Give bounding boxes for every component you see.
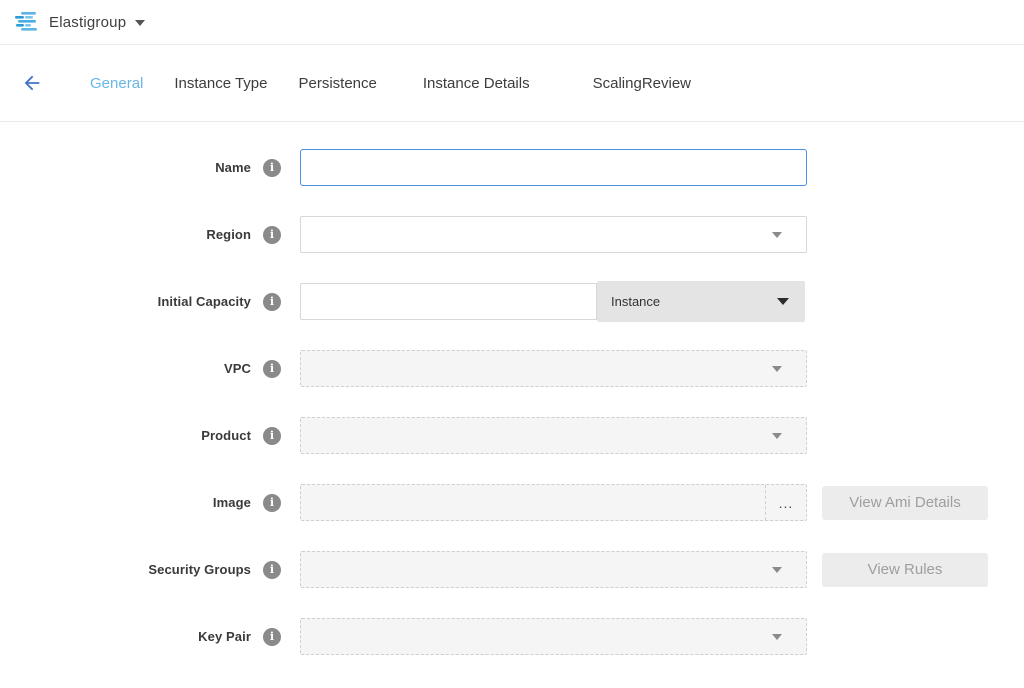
view-rules-button[interactable]: View Rules: [822, 553, 988, 587]
info-icon[interactable]: i: [263, 293, 281, 311]
form-row-vpc: VPC i: [0, 350, 1024, 387]
chevron-down-icon[interactable]: [135, 20, 145, 26]
info-icon[interactable]: i: [263, 561, 281, 579]
image-field: ...: [300, 484, 807, 521]
capacity-unit-select[interactable]: Instance: [597, 281, 805, 322]
chevron-down-icon: [777, 298, 789, 305]
name-input[interactable]: [300, 149, 807, 186]
product-select: [300, 417, 807, 454]
info-icon[interactable]: i: [263, 360, 281, 378]
form-row-region: Region i: [0, 216, 1024, 253]
wizard-tabbar: General Instance Type Persistence Instan…: [0, 45, 1024, 122]
vpc-select: [300, 350, 807, 387]
chevron-down-icon: [772, 567, 782, 573]
vpc-label: VPC: [224, 361, 251, 376]
name-label: Name: [215, 160, 251, 175]
tab-review[interactable]: Review: [642, 75, 691, 92]
chevron-down-icon: [772, 634, 782, 640]
chevron-down-icon: [772, 232, 782, 238]
form-row-image: Image i ... View Ami Details: [0, 484, 1024, 521]
form-row-key-pair: Key Pair i: [0, 618, 1024, 655]
tab-instance-type[interactable]: Instance Type: [174, 75, 267, 92]
security-groups-select: [300, 551, 807, 588]
form-row-initial-capacity: Initial Capacity i Instance: [0, 283, 1024, 320]
key-pair-select: [300, 618, 807, 655]
app-switcher-label[interactable]: Elastigroup: [49, 14, 126, 31]
region-label: Region: [206, 227, 251, 242]
form-row-product: Product i: [0, 417, 1024, 454]
info-icon[interactable]: i: [263, 427, 281, 445]
chevron-down-icon: [772, 433, 782, 439]
info-icon[interactable]: i: [263, 226, 281, 244]
key-pair-label: Key Pair: [198, 629, 251, 644]
product-label: Product: [201, 428, 251, 443]
form-row-name: Name i: [0, 149, 1024, 186]
initial-capacity-label: Initial Capacity: [158, 294, 251, 309]
capacity-unit-value: Instance: [611, 294, 660, 309]
region-select[interactable]: [300, 216, 807, 253]
general-form: Name i Region i Initial Capacity i Insta…: [0, 122, 1024, 655]
image-label: Image: [213, 495, 251, 510]
security-groups-label: Security Groups: [148, 562, 251, 577]
chevron-down-icon: [772, 366, 782, 372]
info-icon[interactable]: i: [263, 628, 281, 646]
info-icon[interactable]: i: [263, 494, 281, 512]
info-icon[interactable]: i: [263, 159, 281, 177]
tab-scaling[interactable]: Scaling: [593, 75, 642, 92]
tab-general[interactable]: General: [90, 75, 143, 92]
browse-ami-button[interactable]: ...: [765, 485, 806, 520]
topbar: Elastigroup: [0, 0, 1024, 45]
form-row-security-groups: Security Groups i View Rules: [0, 551, 1024, 588]
tab-instance-details[interactable]: Instance Details: [423, 75, 530, 92]
tab-persistence[interactable]: Persistence: [299, 75, 377, 92]
image-input: [301, 485, 765, 520]
back-arrow-icon[interactable]: [20, 71, 44, 95]
initial-capacity-input[interactable]: [300, 283, 597, 320]
view-ami-details-button[interactable]: View Ami Details: [822, 486, 988, 520]
elastigroup-logo-icon: [14, 11, 40, 33]
